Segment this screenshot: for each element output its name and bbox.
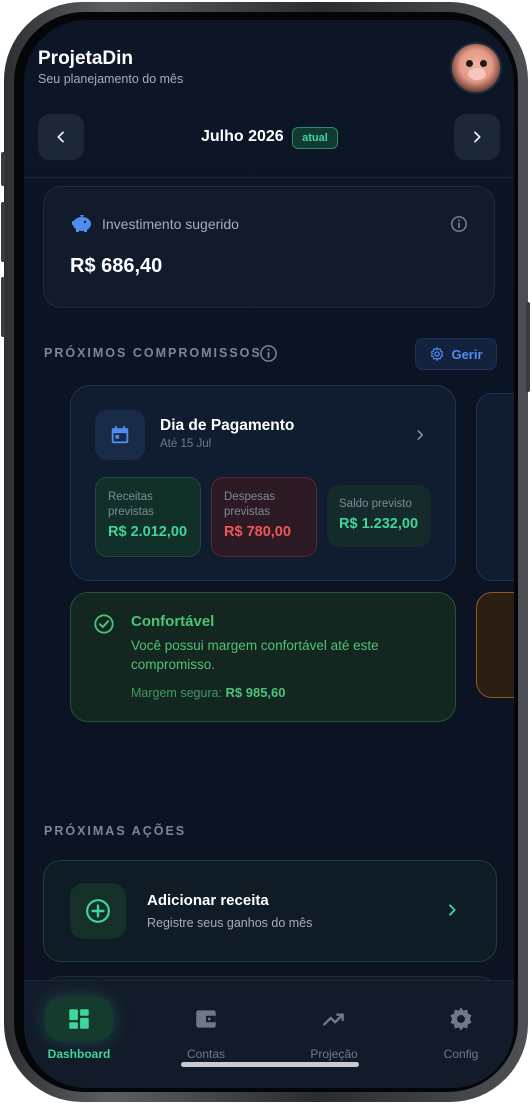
tab-projecao-icon-wrap: [300, 997, 368, 1041]
manage-button[interactable]: Gerir: [415, 338, 497, 370]
current-month: Julho 2026: [201, 128, 284, 145]
tab-dashboard[interactable]: Dashboard: [34, 997, 124, 1061]
manage-label: Gerir: [451, 346, 483, 362]
phone-side-button: [1, 202, 5, 262]
phone-frame: ProjetaDin Seu planejamento do mês Julho…: [1, 2, 530, 1102]
gear-icon: [431, 347, 444, 361]
trending-up-icon: [323, 1013, 344, 1026]
margin-label: Margem segura:: [131, 686, 223, 700]
comfortable-status-card: Confortável Você possui margem confortáv…: [70, 592, 456, 722]
phone-side-button: [1, 277, 5, 337]
chevron-right-icon: [449, 904, 456, 916]
expense-label: Despesas previstas: [224, 491, 276, 518]
income-value: R$ 2.012,00: [108, 524, 188, 540]
home-indicator[interactable]: [181, 1062, 359, 1067]
check-circle-icon: [94, 614, 114, 634]
plus-circle-icon: [86, 899, 110, 923]
investment-label: Investimento sugerido: [102, 216, 239, 232]
income-summary-box: Receitas previstas R$ 2.012,00: [95, 477, 201, 557]
balance-value: R$ 1.232,00: [339, 516, 419, 532]
tab-config[interactable]: Config: [416, 997, 506, 1061]
tab-label: Dashboard: [47, 1047, 111, 1061]
expense-summary-box: Despesas previstas R$ 780,00: [211, 477, 317, 557]
calendar-icon: [111, 425, 129, 444]
status-message: Você possui margem confortável até este …: [131, 638, 379, 672]
bottom-tab-bar: Dashboard Contas Projeção Config: [24, 980, 514, 1088]
investment-card[interactable]: Investimento sugerido R$ 686,40: [43, 186, 495, 308]
tab-label: Projeção: [310, 1047, 358, 1061]
next-commitment-card-peek[interactable]: [476, 393, 514, 581]
tab-contas-icon-wrap: [172, 997, 240, 1041]
status-title: Confortável: [131, 613, 215, 630]
margin-value: R$ 985,60: [225, 685, 286, 700]
next-month-button[interactable]: [454, 114, 500, 160]
current-badge: atual: [292, 127, 338, 149]
tab-contas[interactable]: Contas: [161, 997, 251, 1061]
tab-label: Config: [443, 1047, 479, 1061]
info-icon[interactable]: [259, 344, 278, 363]
avatar-snout: [468, 68, 486, 80]
chevron-right-icon[interactable]: [413, 428, 427, 442]
commitment-title: Dia de Pagamento: [160, 417, 295, 434]
income-label: Receitas previstas: [108, 491, 155, 518]
app-subtitle: Seu planejamento do mês: [38, 72, 184, 86]
chevron-left-icon: [57, 131, 64, 143]
tab-projecao[interactable]: Projeção: [289, 997, 379, 1061]
actions-section-title: PRÓXIMAS AÇÕES: [44, 824, 187, 838]
dashboard-icon: [69, 1009, 89, 1029]
info-icon[interactable]: [450, 215, 468, 233]
wallet-icon: [196, 1010, 216, 1028]
chevron-right-icon: [474, 131, 481, 143]
balance-summary-box: Saldo previsto R$ 1.232,00: [327, 485, 431, 547]
action-title: Adicionar receita: [147, 892, 269, 909]
tab-dashboard-highlight: [45, 997, 113, 1041]
phone-side-button: [1, 152, 5, 186]
phone-side-button: [526, 302, 530, 392]
piggy-bank-icon: [72, 215, 91, 232]
commitments-section-title: PRÓXIMOS COMPROMISSOS: [44, 346, 262, 360]
app-title: ProjetaDin: [38, 48, 134, 69]
avatar-eye: [466, 60, 473, 67]
gear-icon: [450, 1007, 472, 1031]
warning-status-card-peek: [476, 592, 514, 698]
app-screen: ProjetaDin Seu planejamento do mês Julho…: [24, 20, 514, 1088]
avatar-eye: [480, 60, 487, 67]
payment-commitment-card[interactable]: Dia de Pagamento Até 15 Jul Receitas pre…: [70, 385, 456, 581]
balance-label: Saldo previsto: [339, 498, 412, 510]
prev-month-button[interactable]: [38, 114, 84, 160]
tab-label: Contas: [186, 1047, 226, 1061]
plus-icon-box: [70, 883, 126, 939]
tab-config-icon-wrap: [427, 997, 495, 1041]
header-divider: [24, 177, 514, 178]
investment-value: R$ 686,40: [70, 255, 163, 277]
add-income-action[interactable]: Adicionar receita Registre seus ganhos d…: [43, 860, 497, 962]
commitment-subtitle: Até 15 Jul: [160, 438, 212, 450]
avatar[interactable]: [450, 42, 502, 94]
calendar-icon-box: [95, 410, 145, 460]
expense-value: R$ 780,00: [224, 524, 291, 540]
action-subtitle: Registre seus ganhos do mês: [147, 916, 313, 930]
